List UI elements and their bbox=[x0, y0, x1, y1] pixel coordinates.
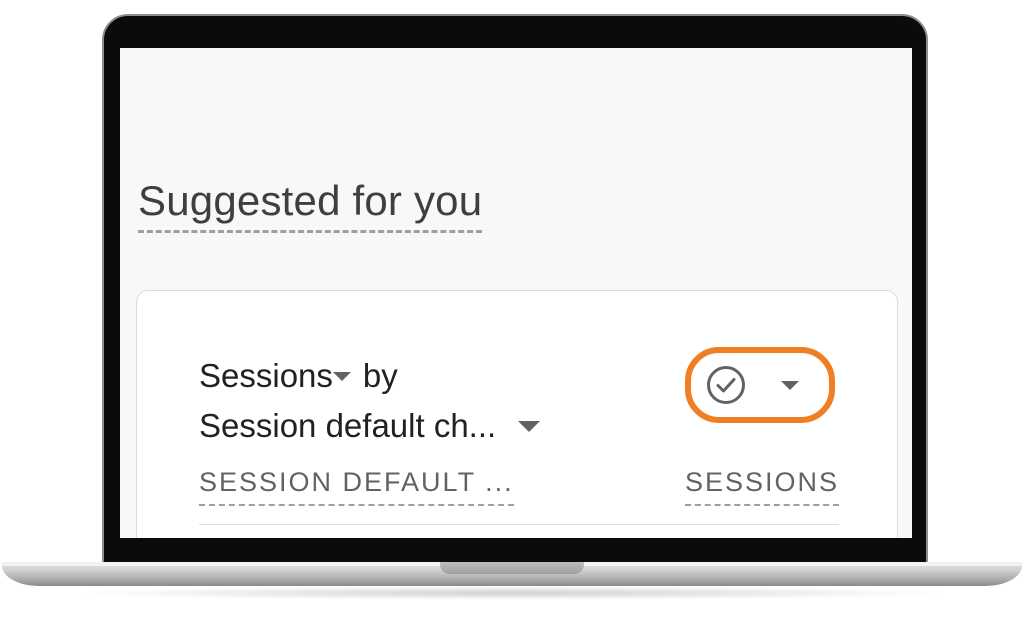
metric-dropdown-caret-icon[interactable] bbox=[332, 371, 351, 381]
laptop-screen: Suggested for you Sessions by Session de… bbox=[120, 48, 912, 538]
card-status-menu[interactable] bbox=[685, 347, 835, 423]
laptop-shadow bbox=[70, 586, 954, 600]
card-title-row-dimension: Session default ch... bbox=[199, 401, 541, 451]
laptop-open-notch bbox=[440, 562, 584, 574]
column-header-sessions[interactable]: SESSIONS bbox=[684, 467, 839, 506]
dimension-selector-label[interactable]: Session default ch... bbox=[199, 401, 496, 451]
laptop-frame: Suggested for you Sessions by Session de… bbox=[0, 0, 1024, 624]
dimension-dropdown-caret-icon[interactable] bbox=[518, 420, 541, 432]
suggested-section-title: Suggested for you bbox=[138, 177, 483, 234]
status-dropdown-caret-icon[interactable] bbox=[781, 380, 799, 390]
column-header-dimension[interactable]: SESSION DEFAULT ... bbox=[199, 467, 514, 506]
card-title: Sessions by Session default ch... bbox=[199, 351, 541, 451]
by-label: by bbox=[362, 357, 398, 394]
suggested-report-card: Sessions by Session default ch... SESSIO… bbox=[136, 290, 898, 538]
table-header-divider bbox=[199, 524, 839, 525]
card-title-row-metric: Sessions by bbox=[199, 351, 540, 401]
metric-selector-label[interactable]: Sessions bbox=[199, 351, 333, 401]
check-circle-icon[interactable] bbox=[705, 364, 747, 406]
